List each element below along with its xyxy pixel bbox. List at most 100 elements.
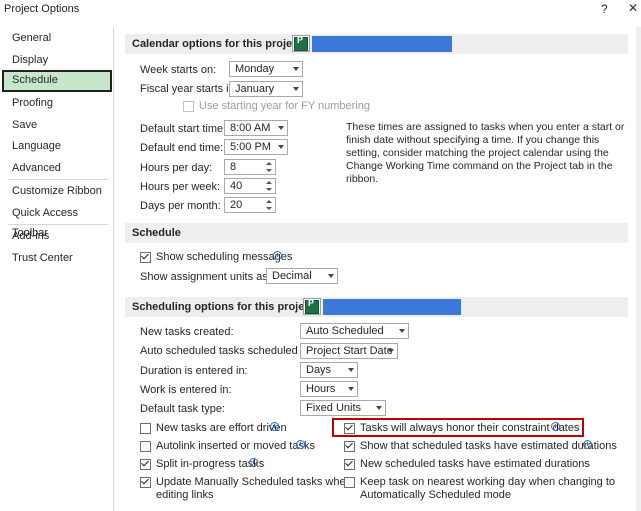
keep-task-label-line2: Automatically Scheduled mode: [360, 489, 512, 501]
honor-constraints-checkbox[interactable]: [344, 422, 355, 434]
hours-per-week-value: 40: [230, 180, 243, 192]
effort-driven-label: New tasks are effort driven: [156, 422, 287, 434]
work-entered-label: Work is entered in:: [140, 384, 232, 396]
nav-item-trust-center[interactable]: Trust Center: [2, 248, 112, 268]
show-estimated-label: Show that scheduled tasks have estimated…: [360, 440, 617, 452]
week-starts-value: Monday: [235, 63, 275, 75]
hours-per-day-value: 8: [230, 161, 237, 173]
default-start-dropdown[interactable]: 8:00 AM: [224, 120, 288, 136]
nav-item-display[interactable]: Display: [2, 50, 112, 70]
chevron-down-icon: [348, 368, 354, 372]
show-units-value: Decimal: [272, 270, 312, 282]
chevron-down-icon: [278, 145, 284, 149]
default-task-type-dropdown[interactable]: Fixed Units: [300, 400, 386, 416]
options-nav: General Display Schedule Proofing Save L…: [2, 27, 114, 511]
close-button[interactable]: ✕: [628, 1, 638, 15]
chevron-down-icon: [293, 67, 299, 71]
project-icon: [292, 35, 310, 52]
autolink-checkbox[interactable]: [140, 441, 151, 452]
duration-entered-label: Duration is entered in:: [140, 365, 248, 377]
fy-numbering-label: Use starting year for FY numbering: [199, 100, 370, 112]
new-estimated-checkbox[interactable]: [344, 458, 355, 470]
fy-numbering-checkbox[interactable]: [183, 101, 194, 112]
nav-item-add-ins[interactable]: Add-ins: [2, 226, 112, 246]
hours-per-day-label: Hours per day:: [140, 162, 213, 174]
default-end-label: Default end time:: [140, 142, 224, 154]
update-manual-label-line2: editing links: [156, 489, 214, 501]
update-manual-checkbox[interactable]: [140, 476, 151, 488]
project-selector[interactable]: [323, 299, 461, 315]
help-button[interactable]: ?: [601, 2, 608, 16]
fiscal-year-dropdown[interactable]: January: [229, 81, 303, 97]
keep-task-label-line1: Keep task on nearest working day when ch…: [360, 476, 615, 488]
window-title: Project Options: [4, 3, 80, 15]
default-start-label: Default start time:: [140, 123, 227, 135]
info-icon[interactable]: i: [273, 251, 282, 260]
chevron-down-icon: [328, 274, 334, 278]
chevron-down-icon: [388, 349, 394, 353]
show-messages-label: Show scheduling messages: [156, 251, 293, 263]
work-entered-dropdown[interactable]: Hours: [300, 381, 358, 397]
title-bar: Project Options ? ✕: [0, 0, 641, 20]
honor-constraints-label: Tasks will always honor their constraint…: [360, 422, 580, 434]
new-estimated-label: New scheduled tasks have estimated durat…: [360, 458, 590, 470]
nav-item-advanced[interactable]: Advanced: [2, 158, 112, 178]
nav-item-proofing[interactable]: Proofing: [2, 93, 112, 113]
default-task-type-value: Fixed Units: [306, 402, 362, 414]
keep-task-checkbox[interactable]: [344, 477, 355, 488]
chevron-down-icon: [399, 329, 405, 333]
nav-divider: [8, 179, 108, 180]
default-start-value: 8:00 AM: [230, 122, 271, 134]
schedule-options-panel: Calendar options for this project: Week …: [118, 27, 641, 511]
days-per-month-label: Days per month:: [140, 200, 221, 212]
autolink-label: Autolink inserted or moved tasks: [156, 440, 315, 452]
schedule-section-header: Schedule: [125, 223, 628, 243]
default-end-value: 5:00 PM: [230, 141, 271, 153]
auto-scheduled-on-value: Project Start Date: [306, 345, 393, 357]
hours-per-week-stepper[interactable]: 40: [224, 178, 276, 194]
week-starts-label: Week starts on:: [140, 64, 217, 76]
new-tasks-label: New tasks created:: [140, 326, 234, 338]
show-estimated-checkbox[interactable]: [344, 440, 355, 452]
nav-item-customize-ribbon[interactable]: Customize Ribbon: [2, 181, 112, 201]
info-icon[interactable]: i: [583, 440, 592, 449]
nav-item-save[interactable]: Save: [2, 115, 112, 135]
new-tasks-dropdown[interactable]: Auto Scheduled: [300, 323, 409, 339]
default-task-type-label: Default task type:: [140, 403, 225, 415]
chevron-down-icon: [278, 126, 284, 130]
split-tasks-label: Split in-progress tasks: [156, 458, 265, 470]
duration-entered-value: Days: [306, 364, 332, 376]
fiscal-year-label: Fiscal year starts in:: [140, 83, 238, 95]
project-icon: [303, 298, 321, 315]
split-tasks-checkbox[interactable]: [140, 458, 151, 470]
info-icon[interactable]: i: [270, 422, 279, 431]
info-icon[interactable]: i: [249, 458, 258, 467]
default-end-dropdown[interactable]: 5:00 PM: [224, 139, 288, 155]
chevron-down-icon: [293, 87, 299, 91]
nav-item-language[interactable]: Language: [2, 136, 112, 156]
scheduling-options-title: Scheduling options for this project:: [132, 301, 318, 313]
chevron-down-icon: [348, 387, 354, 391]
week-starts-dropdown[interactable]: Monday: [229, 61, 303, 77]
hours-per-day-stepper[interactable]: 8: [224, 159, 276, 175]
calendar-section-title: Calendar options for this project:: [132, 38, 306, 50]
fiscal-year-value: January: [235, 83, 275, 95]
nav-item-general[interactable]: General: [2, 28, 112, 48]
effort-driven-checkbox[interactable]: [140, 423, 151, 434]
update-manual-label-line1: Update Manually Scheduled tasks when: [156, 476, 352, 488]
show-units-label: Show assignment units as a:: [140, 271, 281, 283]
days-per-month-stepper[interactable]: 20: [224, 197, 276, 213]
new-tasks-value: Auto Scheduled: [306, 325, 384, 337]
calendar-help-text: These times are assigned to tasks when y…: [346, 121, 625, 185]
show-units-dropdown[interactable]: Decimal: [266, 268, 338, 284]
auto-scheduled-on-dropdown[interactable]: Project Start Date: [300, 343, 398, 359]
project-selector[interactable]: [312, 36, 452, 52]
nav-item-quick-access-toolbar[interactable]: Quick Access Toolbar: [2, 203, 112, 239]
show-messages-checkbox[interactable]: [140, 251, 151, 263]
days-per-month-value: 20: [230, 199, 243, 211]
info-icon[interactable]: i: [551, 422, 560, 431]
info-icon[interactable]: i: [296, 440, 305, 449]
nav-item-schedule[interactable]: Schedule: [2, 70, 112, 92]
hours-per-week-label: Hours per week:: [140, 181, 221, 193]
duration-entered-dropdown[interactable]: Days: [300, 362, 358, 378]
